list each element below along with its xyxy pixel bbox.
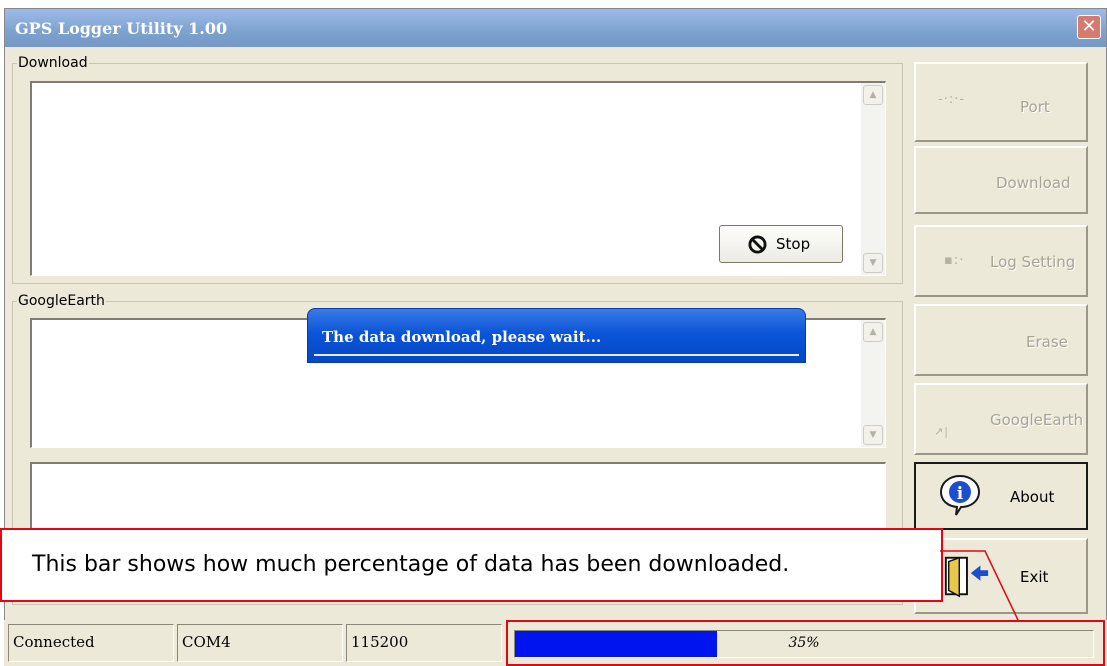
chevron-up-icon: ▲ xyxy=(869,90,877,100)
connection-status: Connected xyxy=(8,624,174,662)
log-setting-button[interactable]: ▪:· Log Setting xyxy=(914,225,1088,297)
download-log-scrollbar[interactable]: ▲ ▼ xyxy=(861,83,885,275)
download-button-label: Download xyxy=(996,174,1071,192)
stop-icon xyxy=(748,235,767,254)
scroll-down-button[interactable]: ▼ xyxy=(863,425,883,445)
googleearth-output-scrollbar[interactable]: ▲ ▼ xyxy=(861,320,885,447)
svg-text:i: i xyxy=(957,484,964,504)
close-icon: ✕ xyxy=(1081,16,1097,37)
download-progress-bar: 35% xyxy=(514,630,1094,658)
baud-rate-status: 115200 xyxy=(346,624,502,662)
title-bar[interactable]: GPS Logger Utility 1.00 ✕ xyxy=(5,9,1106,47)
about-button[interactable]: i About xyxy=(914,462,1088,530)
exit-door-icon xyxy=(944,556,989,598)
erase-button[interactable]: Erase xyxy=(914,304,1088,376)
scroll-down-button[interactable]: ▼ xyxy=(863,253,883,273)
chevron-down-icon: ▼ xyxy=(869,258,877,268)
progress-percent: 35% xyxy=(788,635,820,651)
annotation-callout: This bar shows how much percentage of da… xyxy=(0,528,943,602)
close-button[interactable]: ✕ xyxy=(1077,15,1101,39)
about-button-label: About xyxy=(1010,488,1055,506)
dialog-progress-line xyxy=(314,354,799,356)
googleearth-group-label: GoogleEarth xyxy=(17,292,106,310)
port-icon: -·:·- xyxy=(938,92,966,107)
stop-button[interactable]: Stop xyxy=(719,225,843,263)
stop-button-label: Stop xyxy=(776,235,811,253)
download-button[interactable]: Download xyxy=(914,146,1088,214)
scroll-up-button[interactable]: ▲ xyxy=(863,85,883,105)
window-title: GPS Logger Utility 1.00 xyxy=(15,19,228,38)
com-port-status: COM4 xyxy=(177,624,343,662)
download-wait-dialog: The data download, please wait... xyxy=(307,308,806,363)
exit-button-label: Exit xyxy=(1020,568,1049,586)
download-group-label: Download xyxy=(17,54,89,72)
googleearth-icon: ↗| xyxy=(934,425,949,438)
googleearth-input[interactable] xyxy=(30,462,886,532)
googleearth-button[interactable]: ↗| GoogleEarth xyxy=(914,383,1088,455)
info-icon: i xyxy=(939,474,981,516)
log-setting-icon: ▪:· xyxy=(944,253,965,268)
chevron-down-icon: ▼ xyxy=(869,430,877,440)
dialog-message: The data download, please wait... xyxy=(322,328,602,346)
progress-highlight: 35% xyxy=(506,620,1105,666)
erase-button-label: Erase xyxy=(1026,333,1068,351)
port-button-label: Port xyxy=(1020,98,1050,116)
scroll-up-button[interactable]: ▲ xyxy=(863,322,883,342)
annotation-text: This bar shows how much percentage of da… xyxy=(32,552,790,577)
chevron-up-icon: ▲ xyxy=(869,327,877,337)
port-button[interactable]: -·:·- Port xyxy=(914,62,1088,142)
googleearth-button-label: GoogleEarth xyxy=(990,411,1084,429)
log-setting-button-label: Log Setting xyxy=(990,253,1076,271)
